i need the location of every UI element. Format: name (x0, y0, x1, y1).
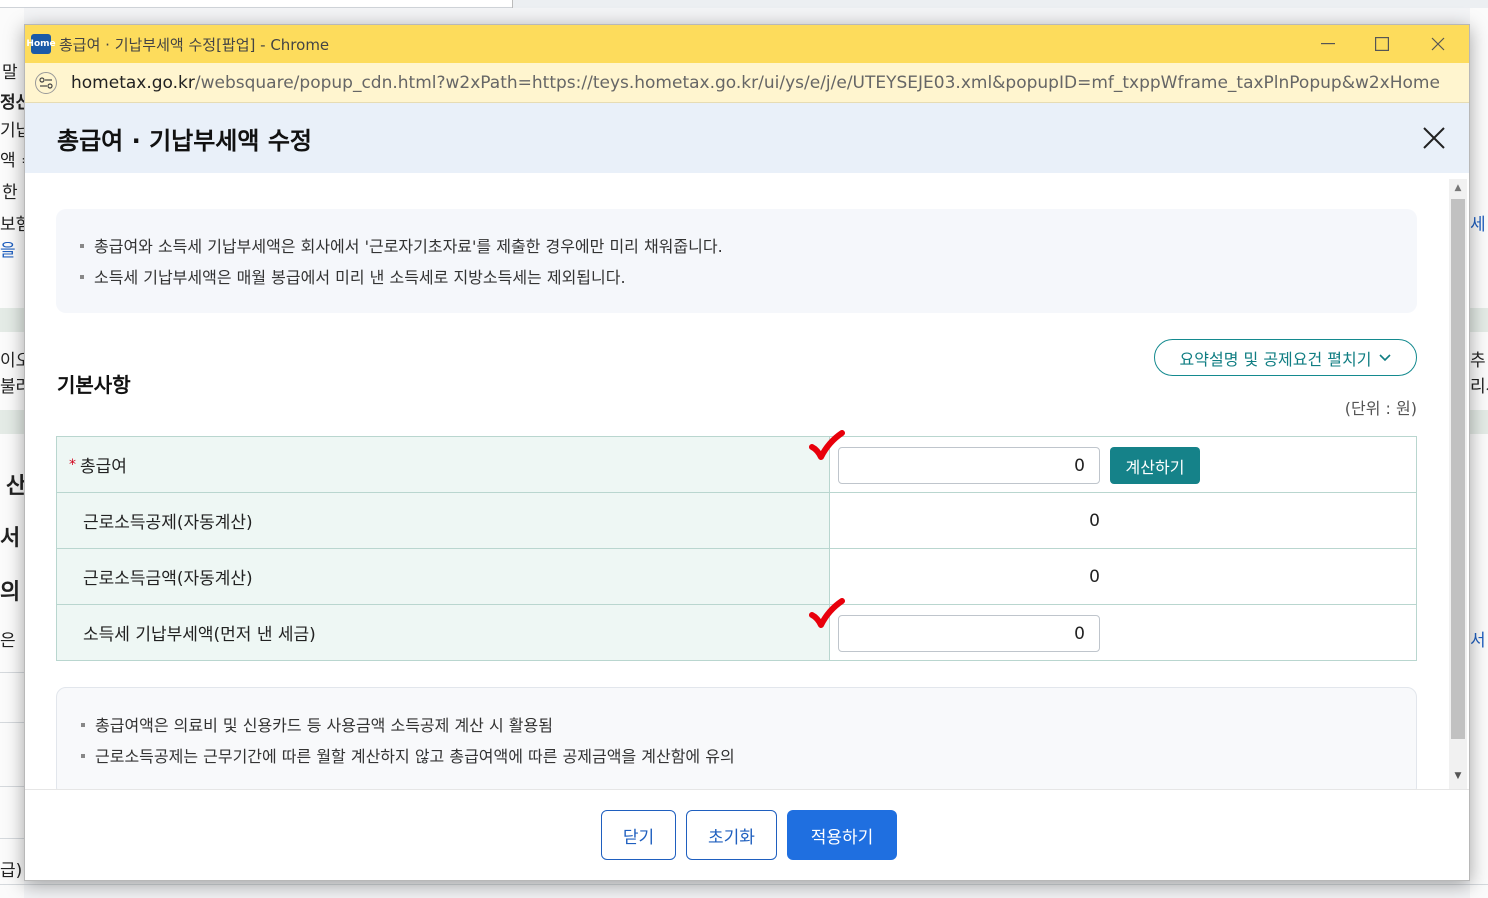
row-value-cell: 0 (830, 493, 1417, 548)
minimize-icon (1321, 43, 1335, 45)
window-titlebar[interactable]: Home 총급여 · 기납부세액 수정[팝업] - Chrome (25, 25, 1469, 63)
background-text: 의 (0, 580, 21, 605)
dialog-header: 총급여 · 기납부세액 수정 (25, 103, 1469, 173)
close-icon (1423, 127, 1445, 149)
background-line (0, 786, 24, 787)
prepaid-tax-input[interactable] (838, 615, 1100, 652)
popup-window: Home 총급여 · 기납부세액 수정[팝업] - Chrome hometax… (24, 24, 1470, 881)
background-text: 급) (0, 861, 23, 881)
background-link[interactable]: 세 (1470, 210, 1486, 235)
url-text[interactable]: hometax.go.kr/websquare/popup_cdn.html?w… (71, 73, 1441, 93)
hometax-logo-icon: Home (26, 34, 56, 54)
dialog-footer: 닫기 초기화 적용하기 (25, 789, 1469, 880)
row-label: 근로소득금액(자동계산) (83, 569, 253, 589)
expand-summary-button[interactable]: 요약설명 및 공제요건 펼치기 (1154, 339, 1417, 376)
notice-item: 소득세 기납부세액은 매월 봉급에서 미리 낸 소득세로 지방소득세는 제외됩니… (80, 262, 1417, 293)
scrollbar-thumb[interactable] (1451, 199, 1465, 739)
row-label-cell: 소득세 기납부세액(먼저 낸 세금) (56, 605, 830, 660)
window-title: 총급여 · 기납부세액 수정[팝업] - Chrome (59, 35, 330, 54)
address-bar[interactable]: hometax.go.kr/websquare/popup_cdn.html?w… (25, 63, 1469, 103)
required-mark: * (69, 456, 76, 473)
background-band-2-right (1470, 410, 1488, 434)
notice-item: 근로소득공제는 근무기간에 따른 월할 계산하지 않고 총급여액에 따른 공제금… (81, 741, 1416, 772)
apply-button[interactable]: 적용하기 (787, 810, 897, 860)
reset-button[interactable]: 초기화 (686, 810, 777, 860)
table-row: *총급여 계산하기 (56, 430, 1417, 493)
maximize-icon (1375, 37, 1389, 51)
earned-income-deduction-value: 0 (1089, 510, 1100, 531)
background-band-2 (0, 410, 24, 434)
background-text: 서 (0, 526, 21, 551)
window-close-button[interactable] (1415, 29, 1461, 59)
notice-box-top: 총급여와 소득세 기납부세액은 회사에서 '근로자기초자료'를 제출한 경우에만… (56, 209, 1417, 313)
background-band-right (1470, 308, 1488, 332)
basic-info-table: *총급여 계산하기 근로소득공제(자동계산) 0 근로소득금액(자동계산) 0 … (56, 430, 1417, 661)
scroll-up-arrow-icon[interactable]: ▲ (1449, 183, 1467, 197)
minimize-button[interactable] (1305, 29, 1351, 59)
background-line (0, 672, 24, 673)
background-text: 말 (2, 63, 18, 83)
notice-item: 총급여액은 의료비 및 신용카드 등 사용금액 소득공제 계산 시 활용됨 (81, 710, 1416, 741)
background-link[interactable]: 서 · (1470, 626, 1488, 651)
row-label-cell: 근로소득공제(자동계산) (56, 493, 830, 548)
expand-summary-label: 요약설명 및 공제요건 펼치기 (1179, 349, 1372, 369)
background-text: 은 (0, 631, 16, 651)
background-topbar-tab (512, 0, 1488, 8)
row-value-cell: 0 (830, 549, 1417, 604)
dialog-content: 총급여와 소득세 기납부세액은 회사에서 '근로자기초자료'를 제출한 경우에만… (25, 173, 1447, 789)
close-icon (1431, 37, 1445, 51)
row-value-cell (809, 598, 1417, 660)
row-label: 근로소득공제(자동계산) (83, 513, 253, 533)
row-value-cell: 계산하기 (809, 430, 1417, 492)
dialog-title: 총급여 · 기납부세액 수정 (57, 126, 312, 155)
row-label: 총급여 (80, 457, 127, 477)
unit-label: (단위 : 원) (1344, 399, 1417, 418)
background-text: 리시 (1470, 377, 1488, 397)
row-label-cell: 근로소득금액(자동계산) (56, 549, 830, 604)
site-info-icon[interactable] (35, 71, 57, 94)
background-line (0, 838, 24, 839)
background-band (0, 308, 24, 332)
background-line (0, 722, 24, 723)
earned-income-amount-value: 0 (1089, 566, 1100, 587)
dialog-close-button[interactable] (1415, 119, 1453, 157)
table-row: 근로소득공제(자동계산) 0 (56, 493, 1417, 549)
chevron-down-icon (1379, 353, 1392, 361)
row-label: 소득세 기납부세액(먼저 낸 세금) (83, 625, 316, 645)
calculate-button[interactable]: 계산하기 (1110, 447, 1200, 484)
background-line (0, 884, 1488, 885)
total-salary-input[interactable] (838, 447, 1100, 484)
tune-icon (39, 76, 53, 89)
background-right-strip (1470, 0, 1488, 898)
scroll-down-arrow-icon[interactable]: ▼ (1449, 771, 1467, 785)
url-path: /websquare/popup_cdn.html?w2xPath=https:… (194, 72, 1441, 93)
background-link[interactable]: 을 (0, 236, 16, 261)
content-scrollbar[interactable]: ▲ ▼ (1449, 179, 1467, 789)
background-text: 추 (1470, 351, 1486, 371)
notice-item: 총급여와 소득세 기납부세액은 회사에서 '근로자기초자료'를 제출한 경우에만… (80, 231, 1417, 262)
row-label-cell: * 총급여 (56, 437, 830, 492)
url-host: hometax.go.kr (71, 72, 195, 93)
close-button[interactable]: 닫기 (601, 810, 676, 860)
section-title: 기본사항 (57, 373, 131, 397)
notice-box-bottom: 총급여액은 의료비 및 신용카드 등 사용금액 소득공제 계산 시 활용됨 근로… (56, 687, 1417, 789)
background-text: 한 (2, 183, 18, 203)
table-row: 근로소득금액(자동계산) 0 (56, 549, 1417, 605)
maximize-button[interactable] (1359, 29, 1405, 59)
table-row: 소득세 기납부세액(먼저 낸 세금) (56, 598, 1417, 661)
